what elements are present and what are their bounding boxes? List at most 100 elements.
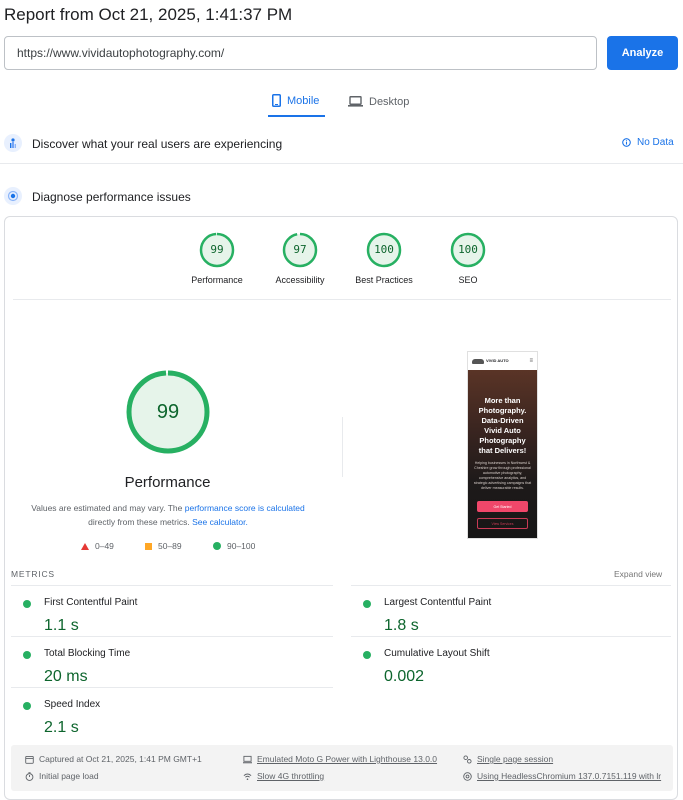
lab-data-heading: Diagnose performance issues [32,190,191,204]
metric-cls-name: Cumulative Layout Shift [384,648,490,659]
session-type-text: Single page session [477,754,554,764]
gauge-best-practices-score: 100 [374,243,394,256]
info-icon [622,138,631,147]
metric-cls-value: 0.002 [384,668,425,685]
performance-title: Performance [124,474,211,491]
gauge-seo-score: 100 [458,243,478,256]
screenshot-logo-text: VIVID AUTO [486,358,509,363]
legend-average-range: 50–89 [158,541,182,551]
tab-mobile-label: Mobile [287,94,320,107]
metrics-heading: METRICS [11,569,55,579]
page-screenshot[interactable]: VIVID AUTO ≡ More than Photography. Data… [467,351,538,539]
metrics-divider-right-2 [351,636,671,637]
gauge-performance-score: 99 [210,243,224,256]
wifi-icon [243,773,252,780]
screenshot-logo: VIVID AUTO [472,358,509,364]
car-logo-icon [472,358,484,364]
score-calculated-link[interactable]: performance score is calculated [185,503,305,513]
tab-mobile[interactable]: Mobile [268,86,325,117]
gauge-seo-label: SEO [458,275,478,285]
tab-desktop-label: Desktop [369,95,410,108]
session-type[interactable]: Single page session [463,754,553,764]
url-input[interactable] [4,36,597,70]
laptop-icon [348,96,363,107]
pass-circle-icon [23,600,31,608]
device-icon [243,755,252,763]
calendar-icon [25,755,34,764]
network-throttling-text: Slow 4G throttling [257,771,325,781]
see-calculator-link[interactable]: See calculator. [192,517,248,527]
no-data-label: No Data [637,137,674,148]
metrics-divider-left-2 [11,636,333,637]
gauge-accessibility[interactable]: 97 Accessibility [260,231,340,285]
gauge-divider [13,299,671,300]
metrics-divider-left [11,585,333,586]
fail-triangle-icon [81,542,89,550]
legend-fail-range: 0–49 [95,541,114,551]
screenshot-subtext: Helping businesses in Northwest & Cheshi… [473,461,532,490]
run-info-footer: Captured at Oct 21, 2025, 1:41 PM GMT+1 … [11,745,673,791]
screenshot-headline: More than Photography. Data-Driven Vivid… [478,396,527,455]
metric-tbt-value: 20 ms [44,668,88,685]
captured-at: Captured at Oct 21, 2025, 1:41 PM GMT+1 [25,754,202,764]
screenshot-cta-primary: Get Started [477,501,528,512]
emulated-device-text: Emulated Moto G Power with Lighthouse 13… [257,754,438,764]
metrics-divider-right [351,585,671,586]
analyze-button[interactable]: Analyze [607,36,678,70]
metric-si-name: Speed Index [44,699,101,710]
field-data-heading: Discover what your real users are experi… [32,137,283,151]
screenshot-hero: More than Photography. Data-Driven Vivid… [468,370,537,538]
users-experience-icon [4,134,22,152]
smartphone-icon [272,94,281,107]
metric-fcp-name: First Contentful Paint [44,597,138,608]
report-title: Report from Oct 21, 2025, 1:41:37 PM [4,5,293,24]
legend-fail: 0–49 [81,541,114,551]
screenshot-header: VIVID AUTO ≡ [468,352,537,370]
pass-circle-icon [23,702,31,710]
metric-lcp: Largest Contentful Paint 1.8 s [351,595,671,645]
pass-circle-icon [213,542,221,550]
gauge-seo[interactable]: 100 SEO [428,231,508,285]
session-icon [463,754,472,764]
hamburger-icon: ≡ [529,358,533,364]
field-data-section: Discover what your real users are experi… [0,130,683,164]
estimates-note-prefix: Values are estimated and may vary. The [31,503,185,513]
network-throttling[interactable]: Slow 4G throttling [243,771,324,781]
category-gauges: 99 Performance 97 Accessibility 100 Best… [5,231,677,301]
lab-data-section: Diagnose performance issues [0,186,683,208]
metric-lcp-name: Largest Contentful Paint [384,597,492,608]
gauge-accessibility-label: Accessibility [275,275,325,285]
no-data-indicator[interactable]: No Data [622,137,674,148]
diagnose-icon [4,187,22,205]
legend-pass: 90–100 [213,541,255,551]
metric-si-value: 2.1 s [44,719,79,736]
initial-page-load: Initial page load [25,771,99,781]
expand-view-toggle[interactable]: Expand view [614,569,662,579]
legend-pass-range: 90–100 [227,541,256,551]
timer-icon [25,771,34,781]
browser-version-text: Using HeadlessChromium 137.0.7151.119 wi… [477,771,662,781]
chrome-icon [463,771,472,781]
browser-version[interactable]: Using HeadlessChromium 137.0.7151.119 wi… [463,771,661,781]
gauge-performance[interactable]: 99 Performance [177,231,257,285]
metric-fcp-value: 1.1 s [44,617,79,634]
metric-lcp-value: 1.8 s [384,617,419,634]
pass-circle-icon [363,600,371,608]
average-square-icon [145,542,152,550]
gauge-best-practices[interactable]: 100 Best Practices [344,231,424,285]
metric-tbt: Total Blocking Time 20 ms [11,646,331,696]
device-tabs: Mobile Desktop [0,86,683,118]
emulated-device[interactable]: Emulated Moto G Power with Lighthouse 13… [243,754,437,764]
estimates-note-middle: directly from these metrics. [88,517,193,527]
metric-fcp: First Contentful Paint 1.1 s [11,595,331,645]
pass-circle-icon [23,651,31,659]
estimates-note: Values are estimated and may vary. The p… [23,501,313,529]
report-card: 99 Performance 97 Accessibility 100 Best… [4,216,678,800]
screenshot-cta-secondary: View Services [477,518,528,529]
metric-tbt-name: Total Blocking Time [44,648,131,659]
metric-si: Speed Index 2.1 s [11,697,331,747]
gauge-performance-label: Performance [191,275,243,285]
tab-desktop[interactable]: Desktop [344,86,414,117]
pass-circle-icon [363,651,371,659]
gauge-accessibility-score: 97 [293,243,307,256]
